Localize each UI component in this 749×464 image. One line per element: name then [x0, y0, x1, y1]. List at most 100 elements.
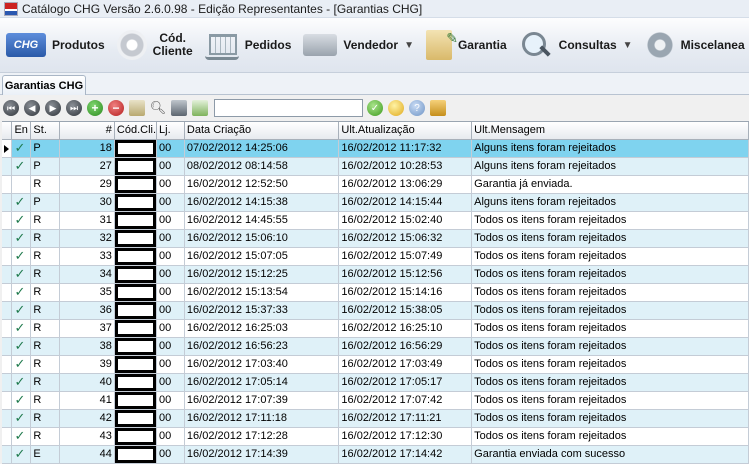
- cell-ult-mensagem[interactable]: Todos os itens foram rejeitados: [471, 211, 749, 230]
- cell-st[interactable]: E: [30, 445, 61, 464]
- cell-ult-atualizacao[interactable]: 16/02/2012 14:15:44: [338, 193, 473, 212]
- cell-ult-atualizacao[interactable]: 16/02/2012 17:12:30: [338, 427, 473, 446]
- cell-ult-atualizacao[interactable]: 16/02/2012 17:07:42: [338, 391, 473, 410]
- cell-ult-mensagem[interactable]: Alguns itens foram rejeitados: [471, 193, 749, 212]
- cell-st[interactable]: P: [30, 139, 61, 158]
- cell-ult-mensagem[interactable]: Todos os itens foram rejeitados: [471, 283, 749, 302]
- table-row[interactable]: ✓ R 35 00 16/02/2012 15:13:54 16/02/2012 15:1…: [2, 283, 749, 302]
- row-indicator[interactable]: [2, 265, 13, 284]
- cell-number[interactable]: 34: [59, 265, 115, 284]
- cell-ult-atualizacao[interactable]: 16/02/2012 16:25:10: [338, 319, 473, 338]
- cell-en[interactable]: ✓: [11, 265, 32, 284]
- cell-st[interactable]: R: [30, 175, 61, 194]
- lightbulb-icon[interactable]: [388, 100, 404, 116]
- cell-number[interactable]: 37: [59, 319, 115, 338]
- cell-data-criacao[interactable]: 16/02/2012 17:14:39: [184, 445, 340, 464]
- cell-ult-atualizacao[interactable]: 16/02/2012 17:11:21: [338, 409, 473, 428]
- cell-st[interactable]: R: [30, 319, 61, 338]
- column-header-en[interactable]: En: [11, 122, 32, 140]
- cell-ult-atualizacao[interactable]: 16/02/2012 17:03:49: [338, 355, 473, 374]
- row-indicator[interactable]: [2, 337, 13, 356]
- cell-st[interactable]: R: [30, 355, 61, 374]
- confirm-icon[interactable]: ✓: [367, 100, 383, 116]
- cell-ult-atualizacao[interactable]: 16/02/2012 15:02:40: [338, 211, 473, 230]
- cell-ult-mensagem[interactable]: Garantia já enviada.: [471, 175, 749, 194]
- cell-ult-mensagem[interactable]: Todos os itens foram rejeitados: [471, 337, 749, 356]
- cell-en[interactable]: ✓: [11, 247, 32, 266]
- dropdown-arrow-icon[interactable]: ▼: [404, 40, 414, 51]
- table-row[interactable]: ✓ R 34 00 16/02/2012 15:12:25 16/02/2012 15:1…: [2, 265, 749, 284]
- table-row[interactable]: ✓ P 30 00 16/02/2012 14:15:38 16/02/2012 14:1…: [2, 193, 749, 212]
- row-indicator[interactable]: [2, 319, 13, 338]
- table-row[interactable]: ✓ R 33 00 16/02/2012 15:07:05 16/02/2012 15:0…: [2, 247, 749, 266]
- cell-number[interactable]: 42: [59, 409, 115, 428]
- cell-ult-mensagem[interactable]: Todos os itens foram rejeitados: [471, 229, 749, 248]
- cell-st[interactable]: R: [30, 283, 61, 302]
- pedidos-button[interactable]: Pedidos: [199, 23, 298, 67]
- cell-lj[interactable]: 00: [156, 157, 185, 176]
- cell-ult-mensagem[interactable]: Todos os itens foram rejeitados: [471, 265, 749, 284]
- cell-lj[interactable]: 00: [156, 247, 185, 266]
- cell-st[interactable]: R: [30, 409, 61, 428]
- row-indicator[interactable]: [2, 301, 13, 320]
- help-icon[interactable]: ?: [409, 100, 425, 116]
- cod-cliente-button[interactable]: Cód. Cliente: [111, 23, 199, 67]
- cell-number[interactable]: 35: [59, 283, 115, 302]
- cell-en[interactable]: ✓: [11, 319, 32, 338]
- cell-lj[interactable]: 00: [156, 283, 185, 302]
- cell-data-criacao[interactable]: 16/02/2012 17:11:18: [184, 409, 340, 428]
- cell-data-criacao[interactable]: 16/02/2012 15:13:54: [184, 283, 340, 302]
- vendedor-button[interactable]: Vendedor ▼: [297, 23, 420, 67]
- column-header-cod-cli[interactable]: Cód.Cli.: [114, 122, 158, 140]
- cell-ult-mensagem[interactable]: Todos os itens foram rejeitados: [471, 319, 749, 338]
- cell-lj[interactable]: 00: [156, 175, 185, 194]
- table-row[interactable]: ✓ R 37 00 16/02/2012 16:25:03 16/02/2012 16:2…: [2, 319, 749, 338]
- cell-lj[interactable]: 00: [156, 319, 185, 338]
- cell-en[interactable]: ✓: [11, 193, 32, 212]
- cell-st[interactable]: R: [30, 427, 61, 446]
- cell-number[interactable]: 40: [59, 373, 115, 392]
- table-row[interactable]: ✓ R 40 00 16/02/2012 17:05:14 16/02/2012 17:0…: [2, 373, 749, 392]
- print-icon[interactable]: [171, 100, 187, 116]
- cell-lj[interactable]: 00: [156, 139, 185, 158]
- cell-number[interactable]: 39: [59, 355, 115, 374]
- cell-en[interactable]: ✓: [11, 355, 32, 374]
- cell-en[interactable]: ✓: [11, 139, 32, 158]
- cell-st[interactable]: R: [30, 337, 61, 356]
- cell-data-criacao[interactable]: 16/02/2012 17:05:14: [184, 373, 340, 392]
- cell-number[interactable]: 41: [59, 391, 115, 410]
- cell-cod-cli[interactable]: [114, 139, 158, 158]
- cell-ult-atualizacao[interactable]: 16/02/2012 10:28:53: [338, 157, 473, 176]
- cell-number[interactable]: 38: [59, 337, 115, 356]
- table-row[interactable]: ✓ R 36 00 16/02/2012 15:37:33 16/02/2012 15:3…: [2, 301, 749, 320]
- cell-en[interactable]: ✓: [11, 391, 32, 410]
- cell-st[interactable]: P: [30, 193, 61, 212]
- cell-ult-mensagem[interactable]: Todos os itens foram rejeitados: [471, 391, 749, 410]
- cell-ult-atualizacao[interactable]: 16/02/2012 15:06:32: [338, 229, 473, 248]
- cell-en[interactable]: ✓: [11, 427, 32, 446]
- table-row[interactable]: ✓ P 27 00 08/02/2012 08:14:58 16/02/2012 10:2…: [2, 157, 749, 176]
- row-indicator[interactable]: [2, 139, 13, 158]
- cell-data-criacao[interactable]: 16/02/2012 17:03:40: [184, 355, 340, 374]
- document-icon[interactable]: [129, 100, 145, 116]
- row-indicator[interactable]: [2, 409, 13, 428]
- cell-st[interactable]: R: [30, 391, 61, 410]
- consultas-button[interactable]: Consultas ▼: [513, 23, 639, 67]
- cell-data-criacao[interactable]: 16/02/2012 12:52:50: [184, 175, 340, 194]
- cell-ult-mensagem[interactable]: Todos os itens foram rejeitados: [471, 247, 749, 266]
- cell-number[interactable]: 29: [59, 175, 115, 194]
- cell-data-criacao[interactable]: 16/02/2012 15:06:10: [184, 229, 340, 248]
- cell-st[interactable]: R: [30, 229, 61, 248]
- cell-data-criacao[interactable]: 16/02/2012 15:37:33: [184, 301, 340, 320]
- table-row[interactable]: ✓ R 43 00 16/02/2012 17:12:28 16/02/2012 17:1…: [2, 427, 749, 446]
- column-header-ult-atualizacao[interactable]: Ult.Atualização: [338, 122, 473, 140]
- table-row[interactable]: ✓ R 31 00 16/02/2012 14:45:55 16/02/2012 15:0…: [2, 211, 749, 230]
- cell-en[interactable]: ✓: [11, 373, 32, 392]
- cell-ult-mensagem[interactable]: Todos os itens foram rejeitados: [471, 301, 749, 320]
- table-row[interactable]: ✓ R 42 00 16/02/2012 17:11:18 16/02/2012 17:1…: [2, 409, 749, 428]
- table-row[interactable]: ✓ E 44 00 16/02/2012 17:14:39 16/02/2012 17:1…: [2, 445, 749, 464]
- tab-garantias-chg[interactable]: Garantias CHG: [2, 75, 86, 95]
- cell-data-criacao[interactable]: 08/02/2012 08:14:58: [184, 157, 340, 176]
- cell-data-criacao[interactable]: 16/02/2012 15:07:05: [184, 247, 340, 266]
- cell-cod-cli[interactable]: [114, 427, 158, 446]
